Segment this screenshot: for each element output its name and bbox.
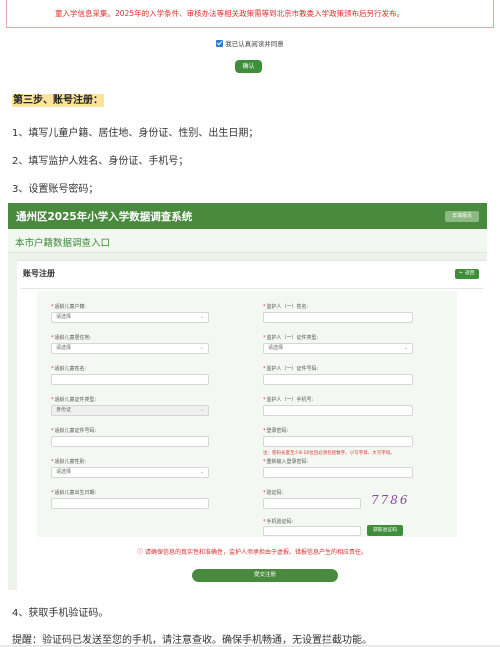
step4-text: 4、获取手机验证码。 [12,608,109,619]
label-guardian-phone: *监护人（一）手机号: [263,397,314,403]
label-captcha: *验证码: [263,490,284,496]
step3-item-3: 3、设置账号密码； [12,184,99,195]
agree-row[interactable]: 我已认真阅读并同意 [0,38,500,48]
confirm-button[interactable]: 确认 [235,60,262,73]
password-input[interactable] [263,436,413,447]
label-child-gender: *适龄儿童性别: [51,459,87,465]
return-button[interactable]: ← 返回 [455,269,479,279]
label-child-residence: *适龄儿童居住地: [51,335,92,341]
step3-item-2: 2、填写监护人姓名、身份证、手机号； [12,156,189,167]
child-gender-select[interactable]: 请选择 ⌄ [51,467,209,478]
top-nav-button[interactable]: 去填报页 [445,211,479,222]
label-password: *登录密码: [263,428,289,434]
sms-code-input[interactable] [263,526,361,536]
label-sms-code: *手机验证码: [263,519,294,525]
child-residence-select[interactable]: 请选择 ⌄ [51,343,209,354]
child-id-number-input[interactable] [51,436,209,447]
entry-title: 本市户籍数据调查入口 [15,238,111,249]
submit-registration-button[interactable]: 提交注册 [192,569,338,582]
responsibility-warning: ⓘ 请确保信息的真实性和准确性，监护人须承担由于虚报、错报信息产生的相应责任。 [137,549,367,556]
form-title: 账号注册 [23,269,55,278]
captcha-input[interactable] [263,498,361,509]
form-area: *适龄儿童户籍: 请选择 ⌄ *适龄儿童居住地: 请选择 ⌄ *适龄儿童姓名: *适… [37,291,457,537]
system-title: 通州区2025年小学入学数据调查系统 [16,211,193,223]
registration-card: 账号注册 ← 返回 *适龄儿童户籍: 请选择 ⌄ *适龄儿童居住地: 请选择 ⌄ *… [17,260,487,590]
label-child-id-type: *适龄儿童证件类型: [51,397,97,403]
guardian-phone-input[interactable] [263,405,413,416]
password-confirm-input[interactable] [263,467,413,478]
label-child-birthdate: *适龄儿童出生日期: [51,490,97,496]
step3-heading: 第三步、账号注册： [12,94,104,107]
chevron-down-icon: ⌄ [199,469,204,475]
get-sms-code-button[interactable]: 获取验证码 [367,525,403,536]
agree-label: 我已认真阅读并同意 [225,40,284,48]
entry-subheader: 本市户籍数据调查入口 [8,229,487,253]
registration-screenshot: 通州区2025年小学入学数据调查系统 去填报页 本市户籍数据调查入口 账号注册 … [8,203,487,590]
chevron-down-icon: ⌄ [199,314,204,320]
divider [21,288,483,289]
label-child-name: *适龄儿童姓名: [51,366,87,372]
agree-checkbox[interactable] [216,40,224,47]
chevron-down-icon: ⌄ [199,407,204,413]
label-child-id-number: *适龄儿童证件号码: [51,428,97,434]
reminder-text: 提醒：验证码已发送至您的手机，请注意查收。确保手机畅通，无设置拦截功能。 [12,635,372,646]
label-guardian-id-number: *监护人（一）证件号码: [263,366,319,372]
child-hukou-select[interactable]: 请选择 ⌄ [51,312,209,323]
label-guardian-id-type: *监护人（一）证件类型: [263,335,319,341]
child-id-type-field: 身份证 ⌄ [51,405,209,416]
label-password-confirm: *重新输入登录密码: [263,459,309,465]
system-header: 通州区2025年小学入学数据调查系统 去填报页 [8,203,487,229]
notice-box: 童入学信息采集。2025年的入学条件、审核办法等相关政策需等到北京市教委入学政策… [6,0,494,28]
label-child-hukou: *适龄儿童户籍: [51,304,87,310]
chevron-down-icon: ⌄ [403,345,408,351]
step3-item-1: 1、填写儿童户籍、居住地、身份证、性别、出生日期； [12,128,259,139]
guardian-name-input[interactable] [263,312,413,323]
password-hint: 注：密码长度至少8-16位且必须包括数字、小写字母、大写字母。 [263,451,395,456]
child-name-input[interactable] [51,374,209,385]
captcha-image[interactable]: 7786 [371,493,410,507]
guardian-id-number-input[interactable] [263,374,413,385]
guardian-id-type-select[interactable]: 请选择 ⌄ [263,343,413,354]
label-guardian-name: *监护人（一）姓名: [263,304,309,310]
notice-text: 童入学信息采集。2025年的入学条件、审核办法等相关政策需等到北京市教委入学政策… [55,9,405,18]
child-birthdate-input[interactable] [51,498,209,509]
chevron-down-icon: ⌄ [199,345,204,351]
